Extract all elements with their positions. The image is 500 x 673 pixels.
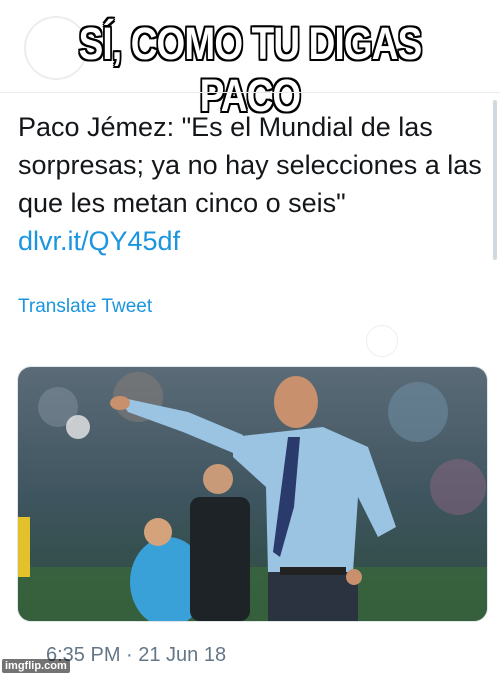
meme-caption: SÍ, COMO TU DIGAS PACO <box>78 18 423 121</box>
translate-tweet-link[interactable]: Translate Tweet <box>18 296 152 318</box>
header-divider <box>0 92 500 93</box>
meme-header: SÍ, COMO TU DIGAS PACO <box>0 0 500 121</box>
imgflip-watermark: imgflip.com <box>2 659 70 673</box>
tweet-body: Paco Jémez: "Es el Mundial de las sorpre… <box>18 108 488 260</box>
faint-circle-icon <box>366 325 398 357</box>
tweet-text: Paco Jémez: "Es el Mundial de las sorpre… <box>18 112 482 218</box>
coach-photo-icon <box>18 367 487 621</box>
scrollbar[interactable] <box>493 100 497 260</box>
tweet-timestamp: 6:35 PM · 21 Jun 18 <box>46 644 227 666</box>
tweet-link[interactable]: dlvr.it/QY45df <box>18 222 488 260</box>
tweet-photo[interactable] <box>17 366 488 622</box>
